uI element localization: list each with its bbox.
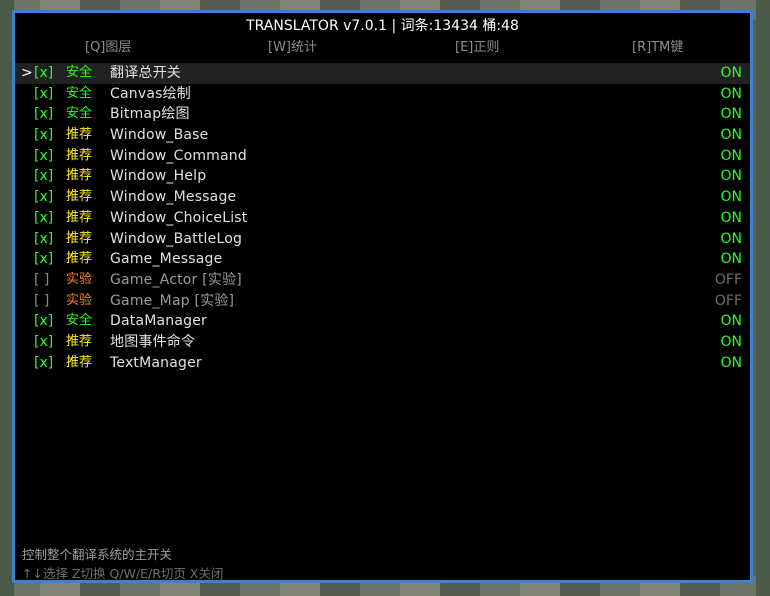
tab-tm-keys[interactable]: [R]TM键 xyxy=(632,39,683,57)
category-label: 推荐 xyxy=(66,209,93,225)
list-item[interactable]: [x] 推荐 Window_Help ON xyxy=(15,166,750,187)
category-label: 安全 xyxy=(66,65,93,80)
state-indicator: ON xyxy=(720,85,743,102)
toggle-checkbox[interactable]: [x] xyxy=(34,104,53,125)
list-item[interactable]: [ ] 实验 Game_Actor [实验] OFF xyxy=(15,270,750,291)
toggle-checkbox[interactable]: [x] xyxy=(34,229,53,250)
state-indicator: ON xyxy=(720,251,743,268)
layer-name: 地图事件命令 xyxy=(110,333,196,350)
layer-name: Game_Message xyxy=(110,251,223,268)
category-label: 安全 xyxy=(66,106,93,122)
layer-list: > [x] 安全 翻译总开关 ON [x] 安全 Canvas绘制 ON [x] 安全 Bitmap绘… xyxy=(15,63,750,373)
layer-name: Window_BattleLog xyxy=(110,230,243,247)
tab-stats[interactable]: [W]统计 xyxy=(268,39,317,57)
list-item[interactable]: [ ] 实验 Game_Map [实验] OFF xyxy=(15,291,750,312)
state-indicator: OFF xyxy=(714,271,742,288)
layer-name: Window_ChoiceList xyxy=(110,209,248,226)
toggle-checkbox[interactable]: [x] xyxy=(34,208,53,229)
list-item[interactable]: [x] 安全 DataManager ON xyxy=(15,311,750,332)
toggle-checkbox[interactable]: [x] xyxy=(34,353,53,374)
layer-name: Canvas绘制 xyxy=(110,85,191,102)
category-label: 推荐 xyxy=(66,333,93,349)
layer-name: 翻译总开关 xyxy=(110,65,181,81)
list-item[interactable]: [x] 安全 Bitmap绘图 ON xyxy=(15,104,750,125)
layer-name: Window_Base xyxy=(110,127,209,144)
state-indicator: ON xyxy=(720,106,743,123)
toggle-checkbox[interactable]: [x] xyxy=(34,332,53,353)
translator-window: TRANSLATOR v7.0.1 | 词条:13434 桶:48 [Q]图层 … xyxy=(12,10,753,583)
list-item[interactable]: > [x] 安全 翻译总开关 ON xyxy=(15,63,750,84)
list-item[interactable]: [x] 推荐 Window_BattleLog ON xyxy=(15,229,750,250)
state-indicator: OFF xyxy=(714,292,742,309)
list-item[interactable]: [x] 推荐 Game_Message ON xyxy=(15,249,750,270)
tab-layers[interactable]: [Q]图层 xyxy=(85,39,131,57)
key-hint: ↑↓选择 Z切换 Q/W/E/R切页 X关闭 xyxy=(22,566,224,581)
toggle-checkbox[interactable]: [ ] xyxy=(34,270,49,291)
layer-name: Game_Actor [实验] xyxy=(110,271,242,288)
layer-name: Window_Command xyxy=(110,147,247,164)
category-label: 安全 xyxy=(66,313,93,329)
toggle-checkbox[interactable]: [x] xyxy=(34,187,53,208)
layer-name: Bitmap绘图 xyxy=(110,106,190,123)
category-label: 推荐 xyxy=(66,127,93,143)
layer-name: Window_Help xyxy=(110,168,207,185)
game-background-right xyxy=(756,0,770,596)
layer-name: Window_Message xyxy=(110,189,237,206)
state-indicator: ON xyxy=(720,333,743,350)
state-indicator: ON xyxy=(720,147,743,164)
list-item[interactable]: [x] 安全 Canvas绘制 ON xyxy=(15,84,750,105)
category-label: 安全 xyxy=(66,85,93,101)
category-label: 实验 xyxy=(66,292,93,308)
state-indicator: ON xyxy=(720,313,743,330)
category-label: 推荐 xyxy=(66,230,93,246)
list-item[interactable]: [x] 推荐 Window_ChoiceList ON xyxy=(15,208,750,229)
category-label: 推荐 xyxy=(66,354,93,370)
tab-bar: [Q]图层 [W]统计 [E]正则 [R]TM键 xyxy=(15,39,750,59)
state-indicator: ON xyxy=(720,354,743,371)
list-item[interactable]: [x] 推荐 地图事件命令 ON xyxy=(15,332,750,353)
toggle-checkbox[interactable]: [x] xyxy=(34,84,53,105)
state-indicator: ON xyxy=(720,127,743,144)
category-label: 实验 xyxy=(66,271,93,287)
list-item[interactable]: [x] 推荐 Window_Command ON xyxy=(15,146,750,167)
category-label: 推荐 xyxy=(66,251,93,267)
state-indicator: ON xyxy=(720,209,743,226)
category-label: 推荐 xyxy=(66,147,93,163)
category-label: 推荐 xyxy=(66,189,93,205)
toggle-checkbox[interactable]: [ ] xyxy=(34,291,49,312)
toggle-checkbox[interactable]: [x] xyxy=(34,125,53,146)
toggle-checkbox[interactable]: [x] xyxy=(34,63,53,84)
toggle-checkbox[interactable]: [x] xyxy=(34,166,53,187)
layer-name: Game_Map [实验] xyxy=(110,292,235,309)
tab-regex[interactable]: [E]正则 xyxy=(455,39,499,57)
list-item[interactable]: [x] 推荐 Window_Base ON xyxy=(15,125,750,146)
toggle-checkbox[interactable]: [x] xyxy=(34,311,53,332)
list-item[interactable]: [x] 推荐 TextManager ON xyxy=(15,353,750,374)
category-label: 推荐 xyxy=(66,168,93,184)
window-title: TRANSLATOR v7.0.1 | 词条:13434 桶:48 xyxy=(246,18,519,34)
state-indicator: ON xyxy=(720,168,743,185)
state-indicator: ON xyxy=(720,65,743,81)
item-description: 控制整个翻译系统的主开关 xyxy=(22,547,173,562)
list-item[interactable]: [x] 推荐 Window_Message ON xyxy=(15,187,750,208)
layer-name: DataManager xyxy=(110,313,207,330)
toggle-checkbox[interactable]: [x] xyxy=(34,249,53,270)
selection-cursor-icon: > xyxy=(21,65,33,81)
layer-name: TextManager xyxy=(110,354,202,371)
toggle-checkbox[interactable]: [x] xyxy=(34,146,53,167)
state-indicator: ON xyxy=(720,230,743,247)
state-indicator: ON xyxy=(720,189,743,206)
